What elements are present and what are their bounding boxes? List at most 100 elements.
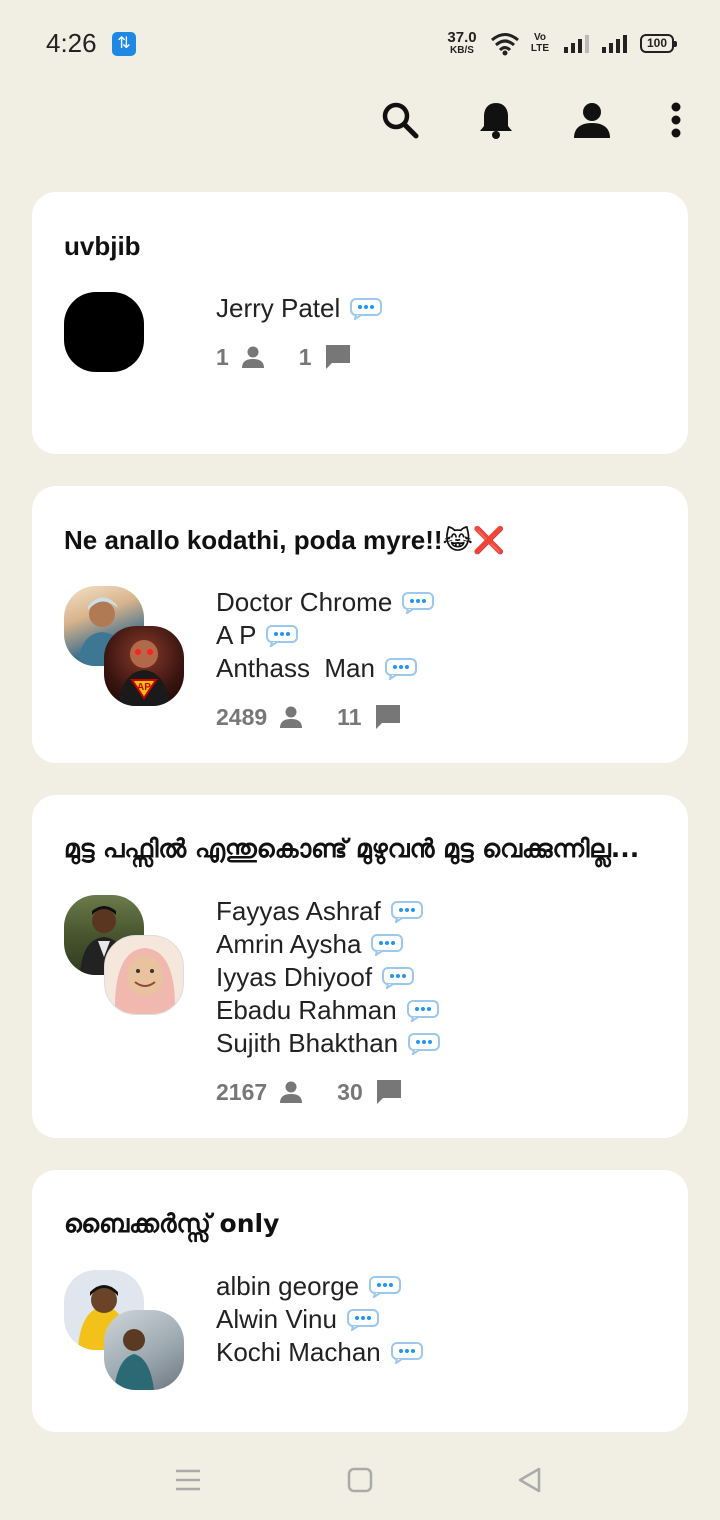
- group-card-body: albin george Alwin Vinu Kochi Machan: [64, 1270, 656, 1400]
- bell-icon: [480, 103, 512, 139]
- top-action-bar: [0, 88, 720, 158]
- member-name-text: Amrin Aysha: [216, 929, 362, 959]
- network-speed-unit: KB/S: [450, 45, 474, 56]
- group-title: ബൈക്കർസ്സ് only: [64, 1209, 280, 1238]
- member-name: Amrin Aysha: [216, 928, 656, 961]
- profile-button[interactable]: [568, 96, 616, 144]
- group-card-body: Jerry Patel 1 1: [64, 292, 656, 422]
- member-count-value: 2489: [216, 703, 268, 730]
- signal-icon-2: [602, 35, 627, 53]
- member-count: 1: [216, 344, 265, 371]
- usb-icon: ⇅: [112, 32, 136, 56]
- person-icon: [574, 103, 610, 138]
- member-name: Kochi Machan: [216, 1336, 656, 1369]
- avatar: [104, 935, 184, 1015]
- group-card[interactable]: മുട്ട പഫ്സിൽ എന്തുകൊണ്ട് മുഴുവൻ മുട്ട വെ…: [32, 795, 688, 1138]
- group-card[interactable]: ബൈക്കർസ്സ് only albin george Alwin Vinu: [32, 1170, 688, 1432]
- group-stats: 2167 30: [216, 1078, 656, 1106]
- chat-bubble-icon: [266, 624, 299, 647]
- group-avatars: [64, 895, 184, 1015]
- more-vert-icon: [671, 102, 681, 138]
- message-count: 11: [337, 703, 401, 731]
- member-name-text: Iyyas Dhiyoof: [216, 962, 373, 992]
- chat-bubble-icon: [408, 1032, 441, 1055]
- member-name: Fayyas Ashraf: [216, 895, 656, 928]
- member-count-value: 1: [216, 343, 229, 370]
- member-name: Jerry Patel: [216, 292, 656, 325]
- member-name-text: Doctor Chrome: [216, 587, 393, 617]
- group-stats: 1 1: [216, 343, 656, 371]
- message-count: 30: [337, 1078, 403, 1106]
- recents-button[interactable]: [168, 1460, 208, 1500]
- chat-bubble-icon: [371, 933, 404, 956]
- group-card[interactable]: Ne anallo kodathi, poda myre!!😹❌ AP Doct…: [32, 486, 688, 763]
- search-button[interactable]: [376, 96, 424, 144]
- chat-bubble-icon: [382, 966, 415, 989]
- back-icon: [518, 1467, 541, 1493]
- message-count-value: 11: [337, 703, 362, 730]
- search-icon: [382, 102, 419, 139]
- chat-bubble-icon: [406, 999, 439, 1022]
- volte-icon: Vo LTE: [530, 32, 550, 54]
- avatar: [64, 292, 144, 372]
- member-name-text: Sujith Bhakthan: [216, 1028, 399, 1058]
- message-count: 1: [299, 343, 352, 371]
- home-icon: [347, 1467, 373, 1493]
- message-icon: [376, 1080, 401, 1104]
- signal-icon-1: [564, 35, 589, 53]
- home-button[interactable]: [340, 1460, 380, 1500]
- menu-icon: [176, 1469, 200, 1491]
- member-name-text: A P: [216, 620, 257, 650]
- system-navigation-bar: [0, 1432, 720, 1520]
- status-time: 4:26: [46, 28, 97, 58]
- svg-text:AP: AP: [137, 682, 151, 693]
- chat-bubble-icon: [384, 657, 417, 680]
- member-list: albin george Alwin Vinu Kochi Machan: [216, 1270, 656, 1369]
- group-card-body: AP Doctor Chrome A P Anthass Man 2489 11: [64, 586, 656, 731]
- wifi-icon: [491, 33, 519, 56]
- member-count-value: 2167: [216, 1078, 268, 1105]
- chat-bubble-icon: [402, 591, 435, 614]
- member-count: 2167: [216, 1079, 303, 1106]
- network-speed: 37.0 KB/S: [444, 30, 480, 56]
- group-card-body: Fayyas Ashraf Amrin Aysha Iyyas Dhiyoof …: [64, 895, 656, 1106]
- group-avatars: AP: [64, 586, 184, 706]
- member-count: 2489: [216, 704, 303, 731]
- member-name-text: Kochi Machan: [216, 1337, 381, 1367]
- member-name-text: albin george: [216, 1271, 360, 1301]
- member-name: albin george: [216, 1270, 656, 1303]
- member-list: Jerry Patel 1 1: [216, 292, 656, 371]
- group-avatars: [64, 292, 184, 412]
- more-options-button[interactable]: [652, 96, 700, 144]
- chat-bubble-icon: [390, 900, 423, 923]
- chat-bubble-icon: [369, 1275, 402, 1298]
- member-list: Doctor Chrome A P Anthass Man 2489 11: [216, 586, 656, 731]
- member-name-text: Fayyas Ashraf: [216, 896, 381, 926]
- member-name-text: Ebadu Rahman: [216, 995, 397, 1025]
- group-avatars: [64, 1270, 184, 1390]
- person-icon: [280, 706, 303, 728]
- member-name-text: Alwin Vinu: [216, 1304, 337, 1334]
- member-name: Sujith Bhakthan: [216, 1027, 656, 1060]
- avatar: [104, 1310, 184, 1390]
- group-title: uvbjib: [64, 231, 141, 261]
- avatar: AP: [104, 626, 184, 706]
- group-title: മുട്ട പഫ്സിൽ എന്തുകൊണ്ട് മുഴുവൻ മുട്ട വെ…: [64, 834, 640, 863]
- notifications-button[interactable]: [472, 96, 520, 144]
- member-name-text: Anthass Man: [216, 653, 375, 683]
- message-icon: [375, 705, 400, 729]
- member-name: Ebadu Rahman: [216, 994, 656, 1027]
- group-feed: uvbjib Jerry Patel 1 1 Ne anallo kodathi…: [32, 192, 688, 1432]
- message-count-value: 1: [298, 343, 312, 370]
- network-speed-value: 37.0: [447, 29, 477, 46]
- person-icon: [280, 1081, 303, 1103]
- chat-bubble-icon: [346, 1308, 379, 1331]
- group-stats: 2489 11: [216, 703, 656, 731]
- member-list: Fayyas Ashraf Amrin Aysha Iyyas Dhiyoof …: [216, 895, 656, 1106]
- chat-bubble-icon: [390, 1341, 423, 1364]
- back-button[interactable]: [510, 1460, 550, 1500]
- message-icon: [325, 345, 350, 369]
- group-card[interactable]: uvbjib Jerry Patel 1 1: [32, 192, 688, 454]
- member-name-text: Jerry Patel: [216, 293, 341, 323]
- member-name: A P: [216, 619, 656, 652]
